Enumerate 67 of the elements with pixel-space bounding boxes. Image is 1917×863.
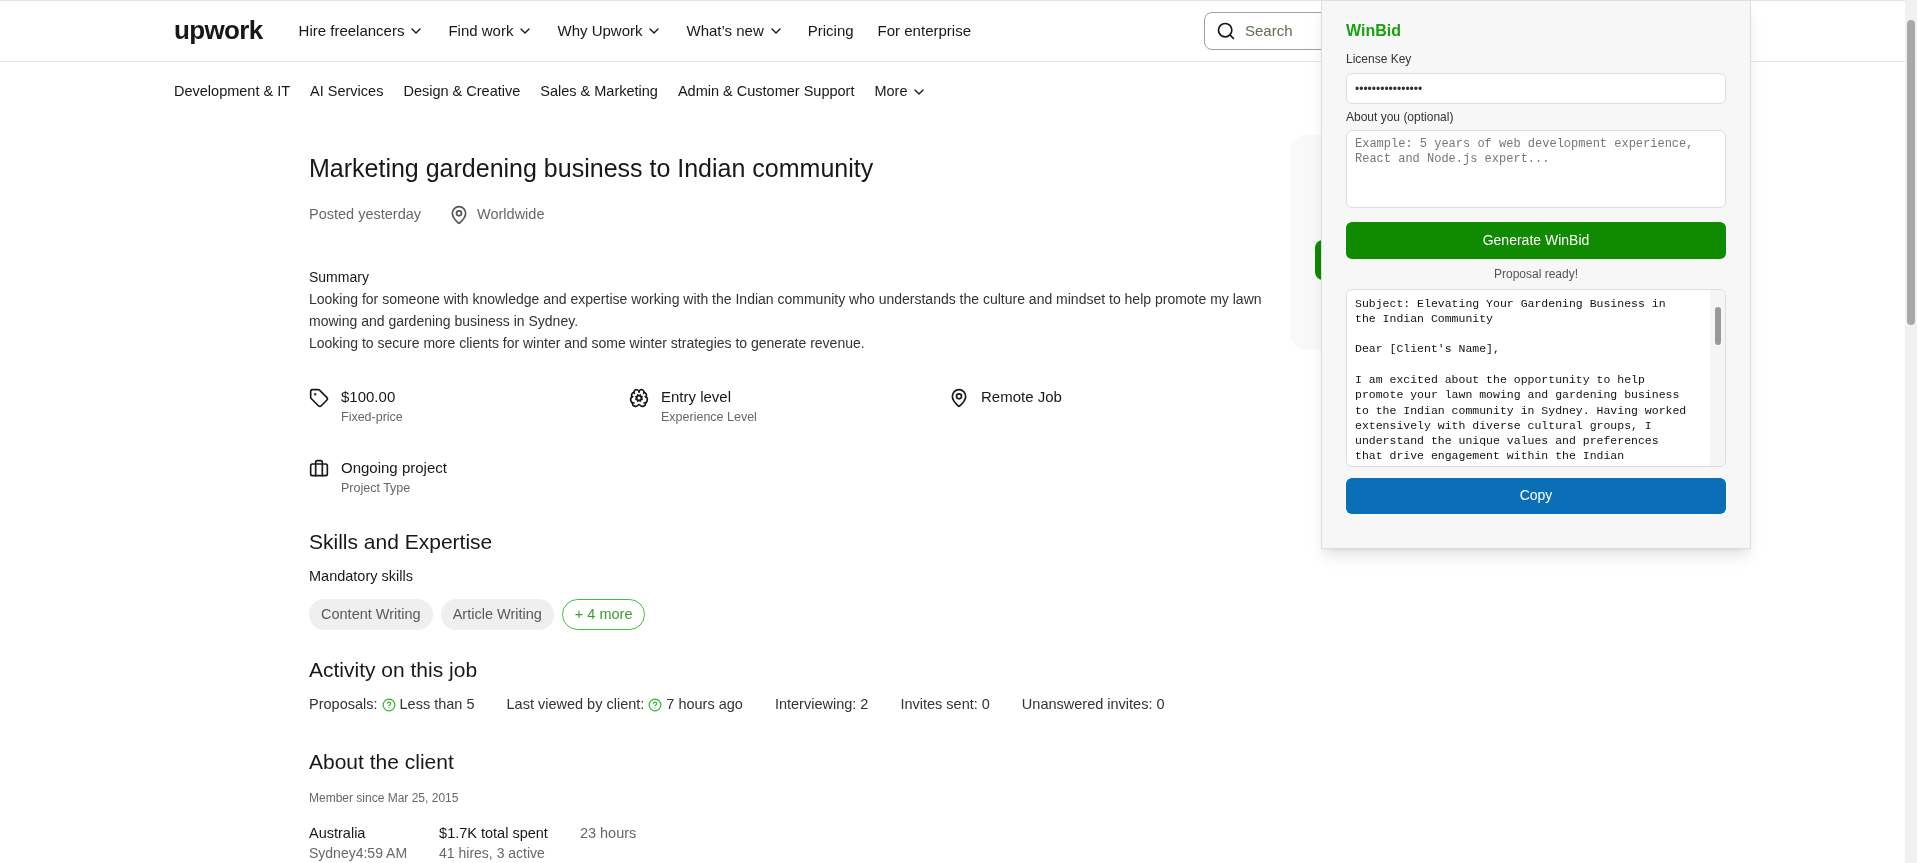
category-link[interactable]: More <box>874 80 928 103</box>
proposal-field[interactable] <box>1346 288 1726 467</box>
proposal-text: Subject: Elevating Your Gardening Business in the Indian Community Dear [Client's Name], I am excited about the opportunity to help promote your lawn mowing and gardening business to the Indian community in Sydney. Having worked extensively with diverse cultural groups, I understand the unique values and preferences that drive engagement within the Indian <box>1354 295 1688 465</box>
activity-label: Proposals: <box>309 694 378 714</box>
nav-link[interactable]: Hire freelancers <box>298 19 425 43</box>
summary-paragraph: Looking to secure more clients for winter and some winter strategies to generate revenue. <box>309 333 866 353</box>
client-stat: $1.7K total spent <box>439 824 548 843</box>
category-link[interactable]: AI Services <box>310 80 384 103</box>
activity-label: Interviewing: <box>774 694 857 714</box>
head-gear-icon <box>629 387 649 408</box>
generate-button[interactable]: Generate WinBid <box>1346 221 1726 259</box>
category-link[interactable]: Admin & Customer Support <box>677 80 855 103</box>
activity-value: Less than 5 <box>399 694 475 714</box>
client-stat-detail: 41 hires, 3 active <box>439 844 546 863</box>
fact-caption: Project Type <box>341 480 412 498</box>
field-label: License Key <box>1346 51 1413 68</box>
status-message: Proposal ready! <box>1492 265 1579 283</box>
member-since: Member since Mar 25, 2015 <box>309 790 460 807</box>
client-stat: Australia <box>309 824 367 843</box>
field-label: About you (optional) <box>1346 109 1455 126</box>
activity-value: 0 <box>981 694 990 714</box>
fact-value: Ongoing project <box>341 457 447 478</box>
section-heading: Skills and Expertise <box>309 529 494 555</box>
location-pin-icon <box>949 387 969 408</box>
copy-button[interactable]: Copy <box>1346 477 1726 514</box>
job-title: Marketing gardening business to Indian community <box>309 152 875 184</box>
posted-time: Posted yesterday <box>309 204 422 224</box>
fact-caption: Experience Level <box>661 409 757 426</box>
popup-title: WinBid <box>1346 21 1402 41</box>
price-tag-icon <box>309 387 329 408</box>
briefcase-icon <box>309 458 329 479</box>
logo[interactable]: upwork <box>174 11 263 51</box>
location-text: Worldwide <box>477 204 545 224</box>
nav-link[interactable]: Why Upwork <box>557 19 663 43</box>
activity-label: Last viewed by client: <box>506 694 645 714</box>
activity-value: 7 hours ago <box>666 694 743 714</box>
about-field[interactable]: Example: 5 years of web development experience, React and Node.js expert... <box>1346 130 1726 208</box>
nav-link[interactable]: Find work <box>448 19 534 43</box>
skill-chip[interactable]: Article Writing <box>440 599 554 631</box>
client-stat-detail: Sydney4:59 AM <box>309 844 408 863</box>
section-heading: Activity on this job <box>309 657 479 684</box>
client-stat: 23 hours <box>579 824 637 843</box>
section-subheading: Mandatory skills <box>309 566 414 586</box>
fact-value: $100.00 <box>341 386 397 407</box>
search-icon <box>1216 20 1236 41</box>
help-icon <box>381 697 396 712</box>
nav-link[interactable]: Pricing <box>807 19 854 43</box>
nav-link[interactable]: What’s new <box>686 19 784 43</box>
category-link[interactable]: Development & IT <box>174 80 291 103</box>
fact-value: Entry level <box>661 386 733 407</box>
fact-caption: Fixed-price <box>341 409 403 426</box>
text-scrollbar[interactable] <box>1710 289 1725 466</box>
summary-heading: Summary <box>309 267 370 287</box>
skill-chip[interactable]: Content Writing <box>309 599 433 631</box>
nav-link[interactable]: For enterprise <box>877 19 971 43</box>
page-scrollbar[interactable] <box>1905 0 1917 863</box>
activity-value: 0 <box>1156 694 1165 714</box>
fact-value: Remote Job <box>981 386 1062 407</box>
summary-paragraph: Looking for someone with knowledge and expertise working with the Indian community who understands the culture and mindset to help promote my lawn mowing and gardening business in Sydney. <box>309 289 1263 331</box>
activity-label: Unanswered invites: <box>1021 694 1153 714</box>
section-heading: About the client <box>309 748 455 775</box>
category-link[interactable]: Design & Creative <box>403 80 521 103</box>
license-key-field[interactable]: •••••••••••••••• <box>1346 73 1726 104</box>
activity-label: Invites sent: <box>900 694 978 714</box>
help-icon <box>648 697 663 712</box>
activity-value: 2 <box>860 694 869 714</box>
category-link[interactable]: Sales & Marketing <box>540 80 658 103</box>
